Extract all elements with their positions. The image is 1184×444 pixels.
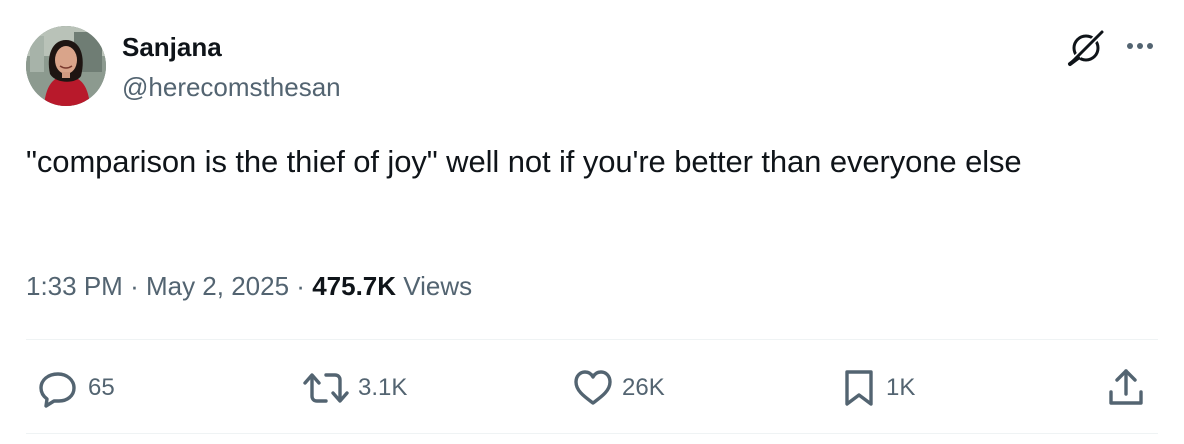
author-handle[interactable]: @herecomsthesan: [122, 71, 341, 103]
tweet-card: Sanjana @herecomsthesan "comparison is t…: [0, 0, 1184, 444]
grok-button[interactable]: [1066, 28, 1106, 68]
reply-button[interactable]: 65: [36, 366, 115, 410]
divider: [26, 339, 1158, 340]
like-count: 26K: [622, 374, 665, 401]
grok-icon: [1068, 30, 1104, 66]
meta-separator: ·: [296, 271, 305, 301]
tweet-time[interactable]: 1:33 PM: [26, 271, 123, 301]
divider: [26, 433, 1158, 434]
avatar-image: [26, 26, 106, 106]
repost-count: 3.1K: [358, 374, 408, 401]
repost-icon: [303, 373, 349, 403]
reply-icon: [39, 372, 76, 408]
avatar[interactable]: [26, 26, 106, 106]
tweet-text: "comparison is the thief of joy" well no…: [26, 144, 1022, 179]
bookmark-icon: [845, 370, 873, 406]
views-label: Views: [403, 271, 473, 301]
bookmark-button[interactable]: 1K: [840, 366, 915, 410]
like-button[interactable]: 26K: [572, 366, 665, 410]
tweet-meta: 1:33 PM · May 2, 2025 · 475.7K Views: [26, 268, 472, 304]
share-icon: [1109, 369, 1143, 405]
more-options-button[interactable]: [1121, 34, 1159, 58]
views-count[interactable]: 475.7K: [312, 271, 396, 301]
meta-separator: ·: [130, 271, 139, 301]
repost-button[interactable]: 3.1K: [302, 366, 407, 410]
author-name[interactable]: Sanjana: [122, 31, 222, 63]
reply-count: 65: [88, 374, 115, 401]
bookmark-count: 1K: [886, 374, 916, 401]
heart-icon: [574, 370, 612, 405]
tweet-date[interactable]: May 2, 2025: [146, 271, 289, 301]
share-button[interactable]: [1106, 366, 1146, 410]
more-horizontal-icon: [1127, 43, 1153, 49]
